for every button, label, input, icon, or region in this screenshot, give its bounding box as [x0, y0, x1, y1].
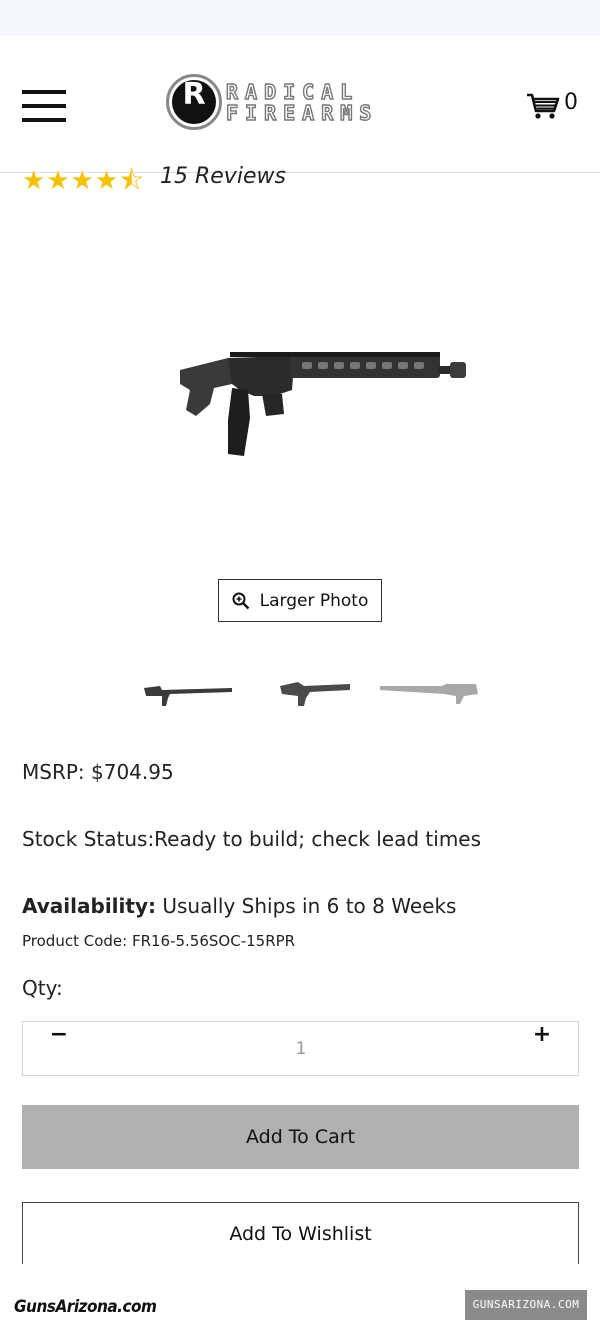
product-rating[interactable]: ★★★★⯪ 15 Reviews [22, 162, 342, 192]
availability-value: Usually Ships in 6 to 8 Weeks [155, 894, 457, 918]
product-image[interactable] [170, 340, 470, 460]
quantity-increment-button[interactable]: + [512, 1022, 572, 1075]
quantity-decrement-button[interactable]: − [29, 1022, 89, 1075]
thumbnail-3[interactable] [380, 668, 480, 718]
logo-text: RADICAL FIREARMS [225, 80, 379, 125]
cart-count: 0 [564, 90, 578, 115]
stock-status: Stock Status:Ready to build; check lead … [22, 827, 482, 851]
watermark-right: GUNSARIZONA.COM [465, 1290, 587, 1320]
status-bar [0, 0, 600, 36]
quantity-input[interactable] [103, 1030, 499, 1068]
hamburger-menu-icon[interactable] [22, 90, 66, 122]
availability: Availability: Usually Ships in 6 to 8 We… [22, 894, 456, 918]
rating-stars: ★★★★⯪ [22, 166, 145, 192]
brand-logo[interactable]: R RADICAL FIREARMS [166, 74, 388, 132]
magnify-plus-icon [232, 592, 249, 609]
cart-button[interactable]: 0 [526, 90, 582, 122]
quantity-stepper: − + [22, 1021, 579, 1076]
product-code: Product Code: FR16-5.56SOC-15RPR [22, 932, 296, 950]
logo-line-2: FIREARMS [225, 101, 379, 125]
logo-mark: R [166, 74, 222, 130]
watermark-left: GunsArizona.com [14, 1297, 157, 1317]
site-header: R RADICAL FIREARMS 0 [0, 36, 600, 173]
quantity-label: Qty: [22, 976, 63, 1000]
thumbnail-strip [130, 668, 490, 718]
shopping-cart-icon [527, 93, 560, 119]
add-to-wishlist-button[interactable]: Add To Wishlist [22, 1202, 579, 1264]
thumbnail-2[interactable] [270, 668, 370, 718]
reviews-link[interactable]: 15 Reviews [160, 164, 286, 189]
larger-photo-button[interactable]: Larger Photo [218, 579, 382, 622]
logo-line-1: RADICAL [225, 80, 360, 104]
availability-label: Availability: [22, 894, 156, 918]
msrp-price: MSRP: $704.95 [22, 760, 174, 784]
add-to-cart-button[interactable]: Add To Cart [22, 1105, 579, 1169]
thumbnail-1[interactable] [140, 668, 240, 718]
larger-photo-label: Larger Photo [259, 590, 369, 611]
